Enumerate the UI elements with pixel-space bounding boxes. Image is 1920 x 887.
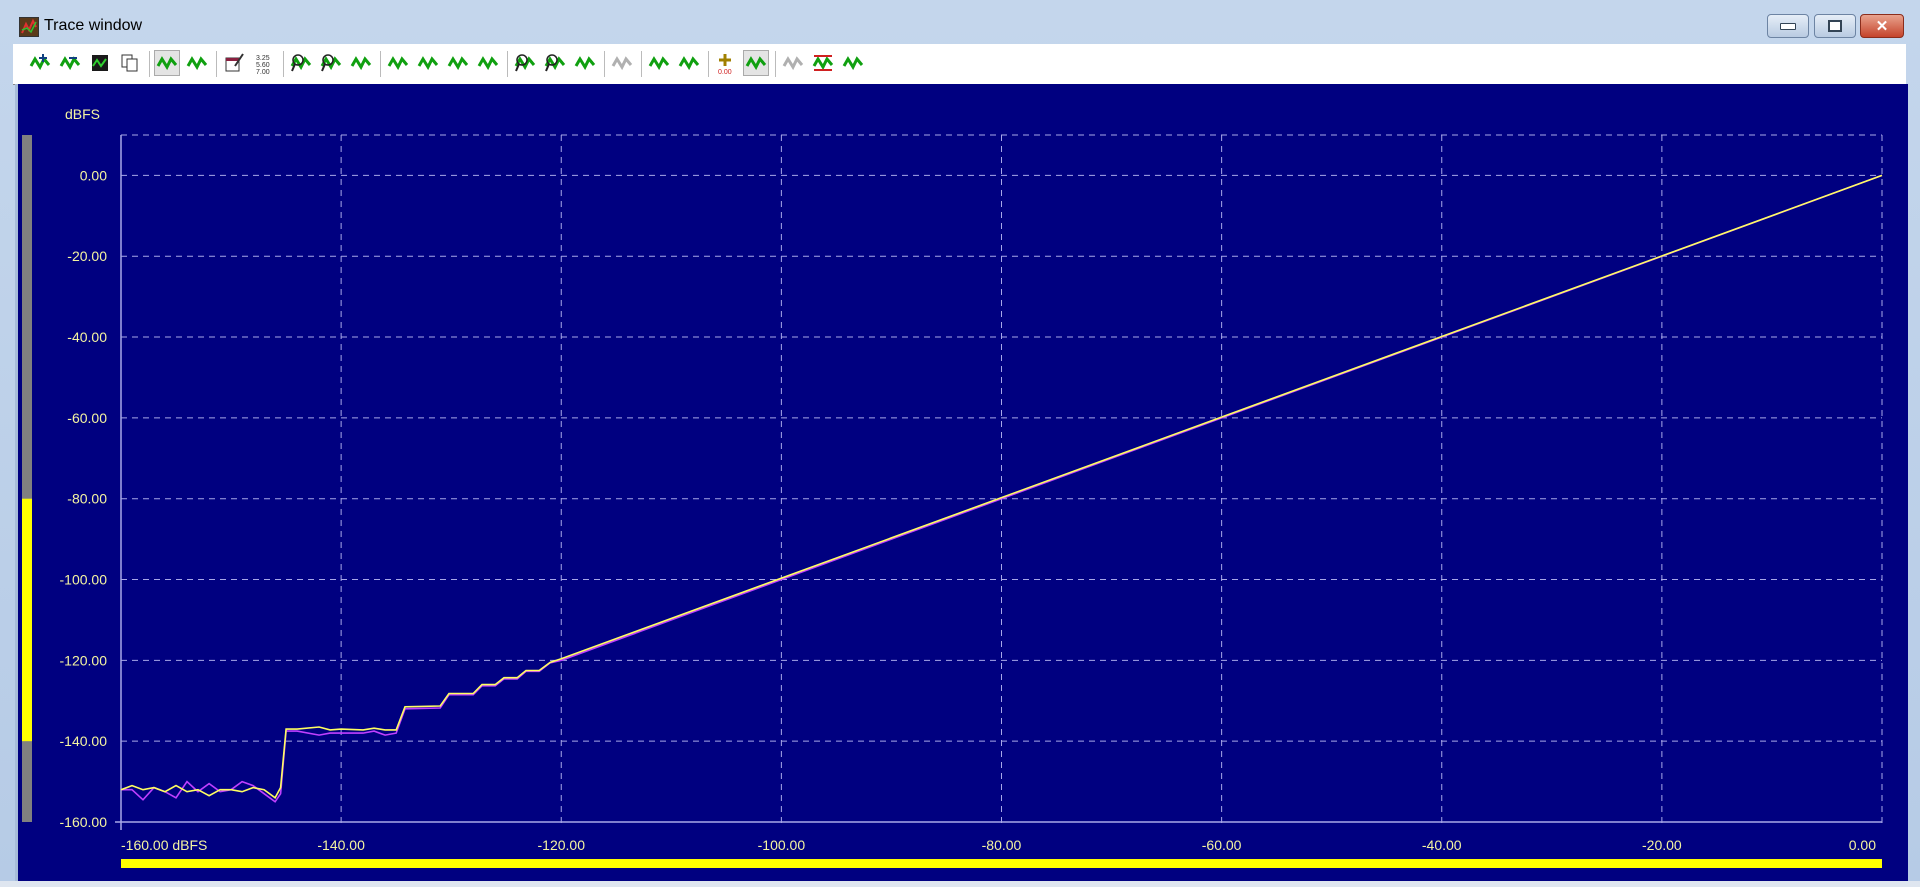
x-tick-label: -40.00 (1422, 837, 1462, 853)
x-tick-label: -20.00 (1642, 837, 1682, 853)
y-tick-label: -100.00 (60, 572, 108, 588)
trace-window: Trace window ✕ 3.25 5.60 7.00 0.00 dBFS 0.0… (0, 0, 1920, 887)
y-tick-label: -120.00 (60, 652, 108, 668)
y-tick-label: -140.00 (60, 733, 108, 749)
x-tick-label: -120.00 (538, 837, 586, 853)
x-tick-label: 0.00 (1849, 837, 1876, 853)
x-tick-label: -60.00 (1202, 837, 1242, 853)
window-border (0, 881, 1920, 887)
y-tick-label: -160.00 (60, 814, 108, 830)
x-range-slider-thumb[interactable] (121, 859, 1882, 868)
trace-chart: dBFS 0.00 -20.00 -40.00 -60.00 -80.00 -100.00… (22, 106, 1883, 868)
y-tick-label: -40.00 (67, 329, 107, 345)
y-range-slider-thumb[interactable] (22, 498, 32, 742)
x-tick-label: -100.00 (758, 837, 806, 853)
y-tick-label: -80.00 (67, 491, 107, 507)
y-axis-label: dBFS (65, 106, 100, 122)
y-tick-label: 0.00 (80, 167, 107, 183)
x-tick-label: -140.00 (317, 837, 365, 853)
x-tick-label: -80.00 (982, 837, 1022, 853)
x-tick-label: -160.00 dBFS (121, 837, 207, 853)
y-tick-label: -60.00 (67, 410, 107, 426)
y-tick-label: -20.00 (67, 248, 107, 264)
